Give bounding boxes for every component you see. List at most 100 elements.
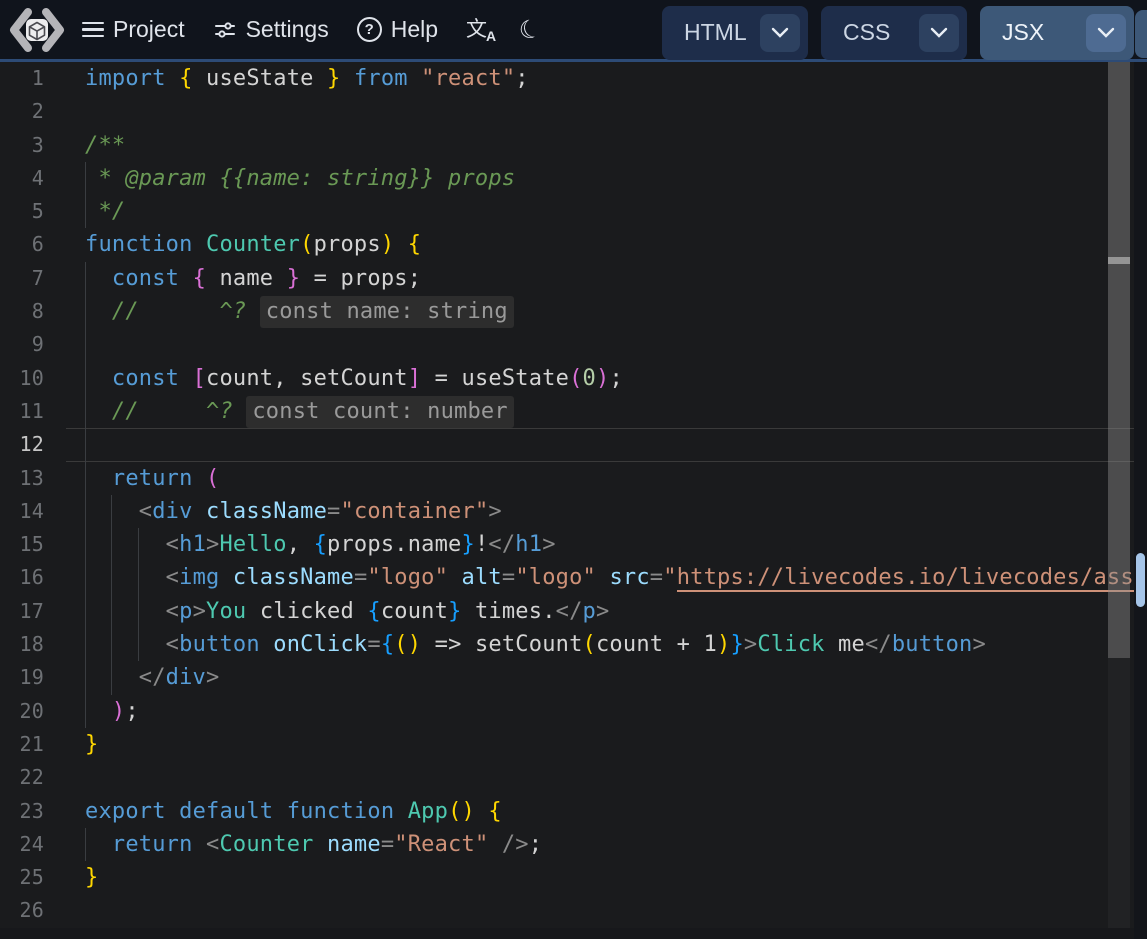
project-menu-button[interactable]: Project [82,16,185,43]
code-token: "logo" [515,565,596,590]
code-token [408,66,421,91]
code-token: , [287,532,314,557]
livecodes-logo-icon[interactable] [8,7,66,53]
code-token: } [287,266,300,291]
editor-scrollbar-thumb[interactable] [1108,62,1130,658]
page-scrollbar-thumb[interactable] [1136,553,1145,607]
page-scrollbar-track [1134,62,1147,939]
code-token: count, setCount [206,366,408,391]
code-token: from [354,66,408,91]
tab-css[interactable]: CSS [821,6,967,60]
clipped-tab-fragment [1135,10,1147,58]
code-token: ^? [219,299,246,324]
code-token: App [408,799,448,824]
code-token: = [327,499,340,524]
line-number: 9 [0,328,44,361]
code-token [596,565,609,590]
code-token: { [314,532,327,557]
url-link[interactable]: https://livecodes.io/livecodes/ass [677,565,1134,592]
tab-html-menu-button[interactable] [760,14,800,52]
code-token: times. [462,599,556,624]
code-token: clicked [246,599,367,624]
code-line: 26 [0,894,1147,927]
code-token [448,565,461,590]
code-token: onClick [273,632,367,657]
code-token: You [206,599,246,624]
code-token: Click [757,632,824,657]
tab-css-menu-button[interactable] [919,14,959,52]
code-token: ) [462,799,475,824]
code-token: { [179,66,192,91]
code-token: > [206,532,219,557]
editor-scrollbar-track [1108,62,1130,939]
code-token: name [327,832,381,857]
code-line: 25} [0,861,1147,894]
code-token [179,266,192,291]
code-text: } [85,861,98,894]
code-token: ) [717,632,730,657]
code-token: alt [462,565,502,590]
tab-jsx-menu-button[interactable] [1086,14,1126,52]
translate-button[interactable]: 文A [466,19,497,40]
line-number: 18 [0,628,44,661]
code-text: <div className="container"> [85,495,502,528]
code-token [85,466,112,491]
code-token: } [85,865,98,890]
code-text: export default function App() { [85,795,502,828]
code-token [193,832,206,857]
code-line: 21} [0,728,1147,761]
code-line: 8 // ^? const name: string [0,295,1147,328]
code-line: 10 const [count, setCount] = useState(0)… [0,362,1147,395]
chevron-down-icon [930,27,948,39]
code-text: </div> [85,661,219,694]
code-token: Hello [219,532,286,557]
code-token: div [166,665,206,690]
code-token [246,299,259,324]
code-editor[interactable]: 1import { useState } from "react";23/**4… [0,62,1147,928]
dark-mode-button[interactable]: ☾ [519,15,541,45]
code-token: ( [206,466,219,491]
code-token: < [206,832,219,857]
code-token: } [327,66,340,91]
settings-menu-button[interactable]: Settings [213,16,329,43]
line-number: 21 [0,728,44,761]
code-token: > [744,632,757,657]
code-token: > [542,532,555,557]
code-line: 17 <p>You clicked {count} times.</p> [0,595,1147,628]
code-token [340,66,353,91]
help-menu-button[interactable]: ? Help [357,16,438,43]
code-line: 14 <div className="container"> [0,495,1147,528]
code-token: > [488,499,501,524]
code-token: = [354,565,367,590]
line-number: 17 [0,595,44,628]
code-token: /** [85,133,125,158]
code-text: const [count, setCount] = useState(0); [85,362,623,395]
toolbar: Project Settings ? Help 文A ☾ HTML [0,0,1147,62]
code-token: ) [408,632,421,657]
code-token: export [85,799,166,824]
line-number: 8 [0,295,44,328]
code-text: } [85,728,98,761]
help-menu-label: Help [391,16,438,43]
code-token: const [112,266,179,291]
tab-html[interactable]: HTML [662,6,808,60]
code-token: return [112,832,193,857]
code-token: </ [488,532,515,557]
code-token [85,632,166,657]
code-text: ); [85,695,139,728]
inferred-type-hint: const name: string [260,296,514,328]
tab-html-label: HTML [684,19,760,46]
code-text: import { useState } from "react"; [85,62,529,95]
code-token [166,66,179,91]
code-token [219,565,232,590]
code-token: ! [475,532,488,557]
code-token: /> [502,832,529,857]
code-token: } [462,532,475,557]
line-number: 6 [0,228,44,261]
code-token: "react" [421,66,515,91]
tab-jsx[interactable]: JSX [980,6,1134,60]
code-token: "logo" [367,565,448,590]
code-token [85,532,166,557]
code-token [193,466,206,491]
code-token: h1 [179,532,206,557]
